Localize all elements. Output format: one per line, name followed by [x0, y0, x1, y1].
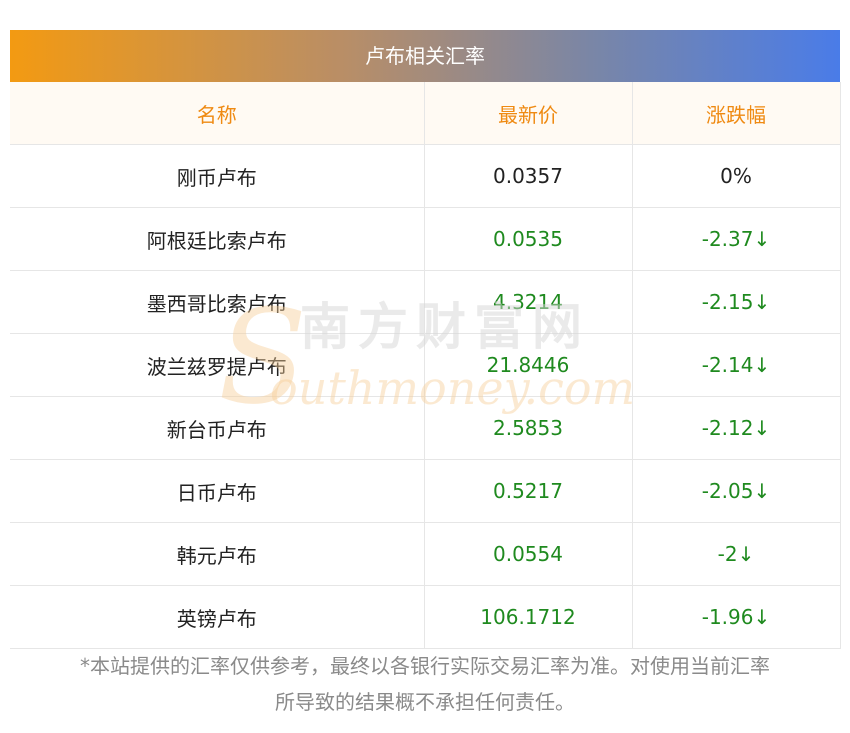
change-percent: -2.05↓	[632, 459, 841, 523]
currency-name: 刚币卢布	[10, 144, 425, 208]
rate-table: 名称 最新价 涨跌幅 刚币卢布 0.0357 0% 阿根廷比索卢布 0.0535…	[10, 82, 841, 649]
currency-name: 韩元卢布	[10, 522, 425, 586]
change-percent: 0%	[632, 144, 841, 208]
table-row: 英镑卢布 106.1712 -1.96↓	[10, 585, 841, 649]
disclaimer-line-2: 所导致的结果概不承担任何责任。	[275, 690, 575, 714]
table-row: 刚币卢布 0.0357 0%	[10, 144, 841, 208]
table-title: 卢布相关汇率	[10, 30, 840, 82]
latest-price: 0.0357	[424, 144, 633, 208]
latest-price: 21.8446	[424, 333, 633, 397]
table-header-row: 名称 最新价 涨跌幅	[10, 82, 841, 145]
change-percent: -2↓	[632, 522, 841, 586]
change-percent: -2.12↓	[632, 396, 841, 460]
change-percent: -2.15↓	[632, 270, 841, 334]
currency-name: 新台币卢布	[10, 396, 425, 460]
table-row: 阿根廷比索卢布 0.0535 -2.37↓	[10, 207, 841, 271]
currency-name: 墨西哥比索卢布	[10, 270, 425, 334]
column-header-name: 名称	[10, 82, 425, 145]
currency-name: 日币卢布	[10, 459, 425, 523]
currency-name: 波兰兹罗提卢布	[10, 333, 425, 397]
column-header-change: 涨跌幅	[632, 82, 841, 145]
currency-name: 阿根廷比索卢布	[10, 207, 425, 271]
change-percent: -1.96↓	[632, 585, 841, 649]
latest-price: 0.5217	[424, 459, 633, 523]
column-header-price: 最新价	[424, 82, 633, 145]
table-row: 波兰兹罗提卢布 21.8446 -2.14↓	[10, 333, 841, 397]
rate-card: 卢布相关汇率 名称 最新价 涨跌幅 刚币卢布 0.0357 0% 阿根廷比索卢布…	[10, 30, 841, 649]
disclaimer-line-1: *本站提供的汇率仅供参考，最终以各银行实际交易汇率为准。对使用当前汇率	[80, 654, 770, 678]
latest-price: 4.3214	[424, 270, 633, 334]
disclaimer: *本站提供的汇率仅供参考，最终以各银行实际交易汇率为准。对使用当前汇率 所导致的…	[10, 648, 840, 720]
latest-price: 106.1712	[424, 585, 633, 649]
table-row: 墨西哥比索卢布 4.3214 -2.15↓	[10, 270, 841, 334]
latest-price: 0.0535	[424, 207, 633, 271]
latest-price: 0.0554	[424, 522, 633, 586]
table-row: 日币卢布 0.5217 -2.05↓	[10, 459, 841, 523]
currency-name: 英镑卢布	[10, 585, 425, 649]
table-row: 韩元卢布 0.0554 -2↓	[10, 522, 841, 586]
latest-price: 2.5853	[424, 396, 633, 460]
change-percent: -2.14↓	[632, 333, 841, 397]
change-percent: -2.37↓	[632, 207, 841, 271]
table-row: 新台币卢布 2.5853 -2.12↓	[10, 396, 841, 460]
